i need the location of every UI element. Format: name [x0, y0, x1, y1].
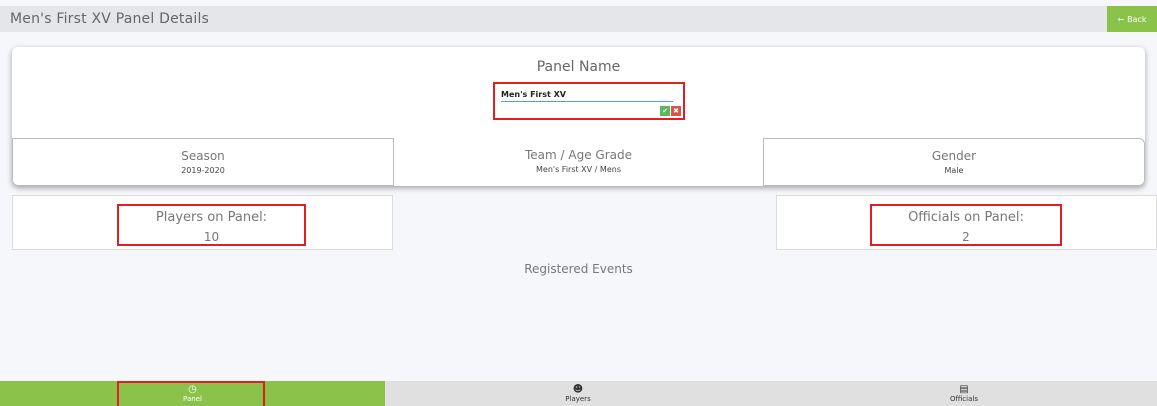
team-value: Men's First XV / Mens — [536, 165, 621, 174]
cancel-button[interactable]: ✖ — [671, 106, 681, 116]
tab-players-label: Players — [565, 394, 591, 403]
officials-count-value: 2 — [962, 230, 970, 244]
registered-events-label: Registered Events — [524, 262, 633, 276]
close-icon: ✖ — [673, 107, 679, 115]
check-icon: ✔ — [662, 107, 668, 115]
confirm-button[interactable]: ✔ — [660, 106, 670, 116]
panel-name-editor: ✔ ✖ — [493, 82, 685, 120]
tab-officials[interactable]: ▤ Officials — [771, 381, 1157, 406]
panel-name-label: Panel Name — [536, 59, 621, 75]
team-label: Team / Age Grade — [525, 148, 632, 162]
team-box: Team / Age Grade Men's First XV / Mens — [394, 138, 763, 186]
panel-name-input[interactable] — [501, 88, 673, 102]
back-button-label: Back — [1127, 14, 1147, 24]
tab-officials-label: Officials — [950, 394, 978, 403]
gender-value: Male — [944, 166, 964, 175]
players-count-box: Players on Panel: 10 — [12, 195, 393, 250]
officials-count-label: Officials on Panel: — [908, 210, 1024, 225]
officials-count-box: Officials on Panel: 2 — [776, 195, 1157, 250]
tab-panel[interactable]: ◷ Panel — [0, 381, 385, 406]
page-title: Men's First XV Panel Details — [10, 11, 210, 27]
season-label: Season — [181, 149, 225, 163]
back-button[interactable]: ← Back — [1107, 6, 1157, 32]
arrow-left-icon: ← — [1117, 14, 1125, 24]
tab-panel-highlight — [117, 381, 265, 406]
officials-count-highlight: Officials on Panel: 2 — [870, 204, 1062, 246]
season-value: 2019-2020 — [181, 166, 225, 175]
tab-players[interactable]: ☻ Players — [385, 381, 771, 406]
panel-card: Panel Name ✔ ✖ Season 2019-2020 Team / A… — [12, 47, 1145, 186]
players-count-value: 10 — [203, 230, 220, 244]
id-card-icon: ▤ — [959, 383, 969, 395]
page-header: Men's First XV Panel Details ← Back — [0, 6, 1157, 32]
players-count-label: Players on Panel: — [155, 210, 268, 225]
gender-box: Gender Male — [763, 138, 1145, 186]
season-box: Season 2019-2020 — [12, 138, 394, 186]
bottom-nav: ◷ Panel ☻ Players ▤ Officials — [0, 381, 1157, 406]
add-user-icon: ☻ — [572, 383, 584, 395]
gender-label: Gender — [931, 149, 977, 163]
players-count-highlight: Players on Panel: 10 — [117, 204, 306, 246]
